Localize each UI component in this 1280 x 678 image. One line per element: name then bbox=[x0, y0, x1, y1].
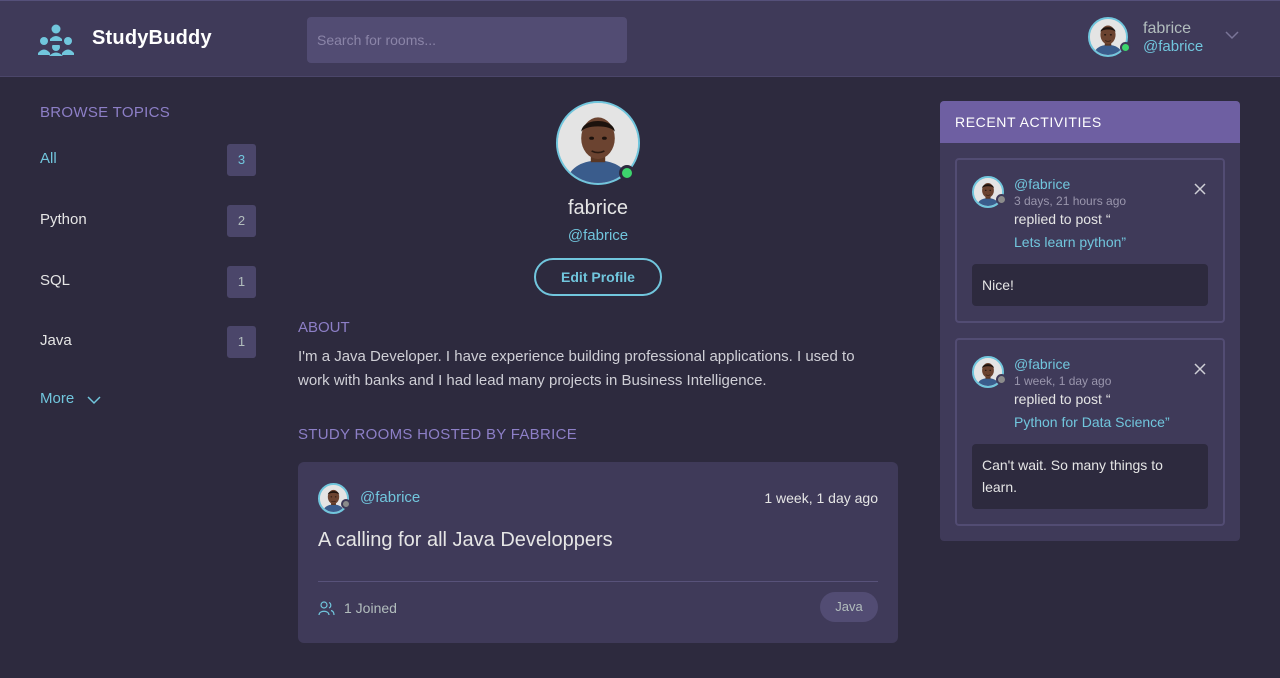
activity-message: Can't wait. So many things to learn. bbox=[972, 444, 1208, 509]
users-icon bbox=[318, 601, 335, 616]
online-status-indicator bbox=[619, 165, 635, 181]
about-title: ABOUT bbox=[298, 319, 350, 336]
topic-label: SQL bbox=[40, 272, 71, 289]
close-icon[interactable] bbox=[1193, 362, 1207, 376]
user-name[interactable]: fabrice bbox=[1143, 20, 1191, 38]
recent-activities-title: RECENT ACTIVITIES bbox=[940, 101, 1240, 143]
activity-post-link[interactable]: Python for Data Science” bbox=[1014, 414, 1170, 430]
topic-label: Java bbox=[40, 332, 72, 349]
logo-icon[interactable] bbox=[38, 23, 74, 57]
joined-count: 1 Joined bbox=[344, 600, 397, 616]
topic-count: 1 bbox=[227, 326, 256, 358]
activity-time: 1 week, 1 day ago bbox=[1014, 374, 1112, 388]
activity-message: Nice! bbox=[972, 264, 1208, 306]
topic-count: 2 bbox=[227, 205, 256, 237]
topic-count: 1 bbox=[227, 266, 256, 298]
topic-label: Python bbox=[40, 211, 87, 228]
topic-count: 3 bbox=[227, 144, 256, 176]
offline-status-indicator bbox=[996, 374, 1007, 385]
activity-action: replied to post “ bbox=[1014, 211, 1111, 227]
room-host[interactable]: @fabrice bbox=[360, 489, 420, 506]
offline-status-indicator bbox=[341, 499, 351, 509]
room-title[interactable]: A calling for all Java Developpers bbox=[318, 529, 613, 552]
activity-action: replied to post “ bbox=[1014, 391, 1111, 407]
online-status-indicator bbox=[1120, 42, 1131, 53]
topic-item-all[interactable]: All 3 bbox=[40, 144, 256, 176]
activity-time: 3 days, 21 hours ago bbox=[1014, 194, 1127, 208]
topic-label: All bbox=[40, 150, 57, 167]
room-timestamp: 1 week, 1 day ago bbox=[764, 490, 878, 506]
browse-topics-title: BROWSE TOPICS bbox=[40, 104, 171, 121]
activity-card: @fabrice 3 days, 21 hours ago replied to… bbox=[955, 158, 1225, 323]
hosted-rooms-title: STUDY ROOMS HOSTED BY FABRICE bbox=[298, 426, 578, 443]
activity-card: @fabrice 1 week, 1 day ago replied to po… bbox=[955, 338, 1225, 526]
close-icon[interactable] bbox=[1193, 182, 1207, 196]
topic-item-python[interactable]: Python 2 bbox=[40, 205, 256, 237]
chevron-down-icon[interactable] bbox=[1224, 27, 1240, 43]
topic-tag[interactable]: Java bbox=[820, 592, 878, 622]
room-card[interactable]: @fabrice 1 week, 1 day ago A calling for… bbox=[298, 462, 898, 643]
edit-profile-button[interactable]: Edit Profile bbox=[534, 258, 662, 296]
brand-name[interactable]: StudyBuddy bbox=[92, 27, 212, 50]
offline-status-indicator bbox=[996, 194, 1007, 205]
top-header: StudyBuddy fabrice @fabrice bbox=[0, 0, 1280, 77]
user-handle[interactable]: @fabrice bbox=[1143, 38, 1203, 55]
search-input[interactable] bbox=[307, 17, 627, 63]
profile-handle: @fabrice bbox=[567, 227, 629, 244]
topic-item-sql[interactable]: SQL 1 bbox=[40, 266, 256, 298]
divider bbox=[318, 581, 878, 582]
about-text: I'm a Java Developer. I have experience … bbox=[298, 348, 855, 389]
activity-post-link[interactable]: Lets learn python” bbox=[1014, 234, 1126, 250]
more-topics-link[interactable]: More bbox=[40, 390, 74, 407]
chevron-down-icon[interactable] bbox=[86, 392, 102, 408]
recent-activities-panel: RECENT ACTIVITIES @fabrice 3 days, 21 ho… bbox=[940, 101, 1240, 541]
profile-name: fabrice bbox=[567, 197, 629, 219]
activity-user[interactable]: @fabrice bbox=[1014, 356, 1070, 372]
activity-user[interactable]: @fabrice bbox=[1014, 176, 1070, 192]
topic-item-java[interactable]: Java 1 bbox=[40, 326, 256, 358]
